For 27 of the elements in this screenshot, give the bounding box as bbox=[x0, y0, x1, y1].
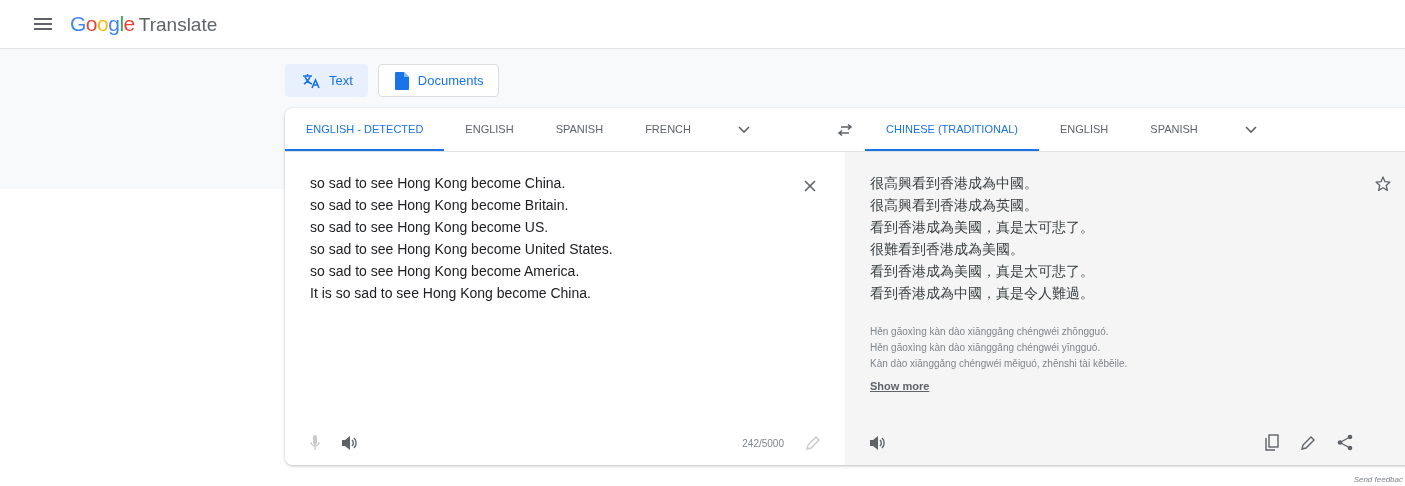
source-text-line: so sad to see Hong Kong become America. bbox=[310, 262, 581, 281]
romanization-line: Kàn dào xiānggǎng chéngwéi měiguó, zhēnshi tài kěbēile. bbox=[870, 357, 1129, 371]
language-tab[interactable]: FRENCH bbox=[624, 108, 712, 151]
mode-tab[interactable]: Documents bbox=[377, 64, 499, 97]
google-logo[interactable]: Google bbox=[70, 12, 135, 36]
translation-line: 很難看到香港成為美國。 bbox=[870, 240, 1025, 259]
translation-line: 看到香港成為美國，真是太可悲了。 bbox=[870, 262, 1094, 281]
app-title: Translate bbox=[138, 14, 218, 36]
romanization-line: Hěn gāoxìng kàn dào xiānggǎng chéngwéi yīngguó. bbox=[870, 341, 1102, 355]
source-text-line: so sad to see Hong Kong become China. bbox=[310, 174, 567, 193]
show-more-link[interactable]: Show more bbox=[870, 380, 930, 392]
mode-tab[interactable]: Text bbox=[285, 64, 368, 97]
source-text-line: It is so sad to see Hong Kong become China. bbox=[310, 284, 592, 303]
translation-line: 很高興看到香港成為英國。 bbox=[870, 196, 1039, 215]
translation-line: 看到香港成為中國，真是令人難過。 bbox=[870, 284, 1094, 303]
language-tab[interactable]: ENGLISH bbox=[1039, 108, 1130, 151]
source-text-line: so sad to see Hong Kong become Britain. bbox=[310, 196, 570, 215]
send-feedback-link[interactable]: Send feedbac bbox=[1353, 475, 1403, 484]
romanization-line: Hěn gāoxìng kàn dào xiānggǎng chéngwéi zhōngguó. bbox=[870, 325, 1110, 339]
language-tab[interactable]: SPANISH bbox=[1129, 108, 1219, 151]
language-tab[interactable]: ENGLISH bbox=[444, 108, 535, 151]
translation-line: 很高興看到香港成為中國。 bbox=[870, 174, 1039, 193]
translation-line: 看到香港成為美國，真是太可悲了。 bbox=[870, 218, 1094, 237]
character-count: 242/5000 bbox=[742, 437, 784, 449]
source-text-line: so sad to see Hong Kong become US. bbox=[310, 218, 550, 237]
language-tab[interactable]: SPANISH bbox=[534, 108, 625, 151]
source-text-line: so sad to see Hong Kong become United States. bbox=[310, 240, 613, 259]
